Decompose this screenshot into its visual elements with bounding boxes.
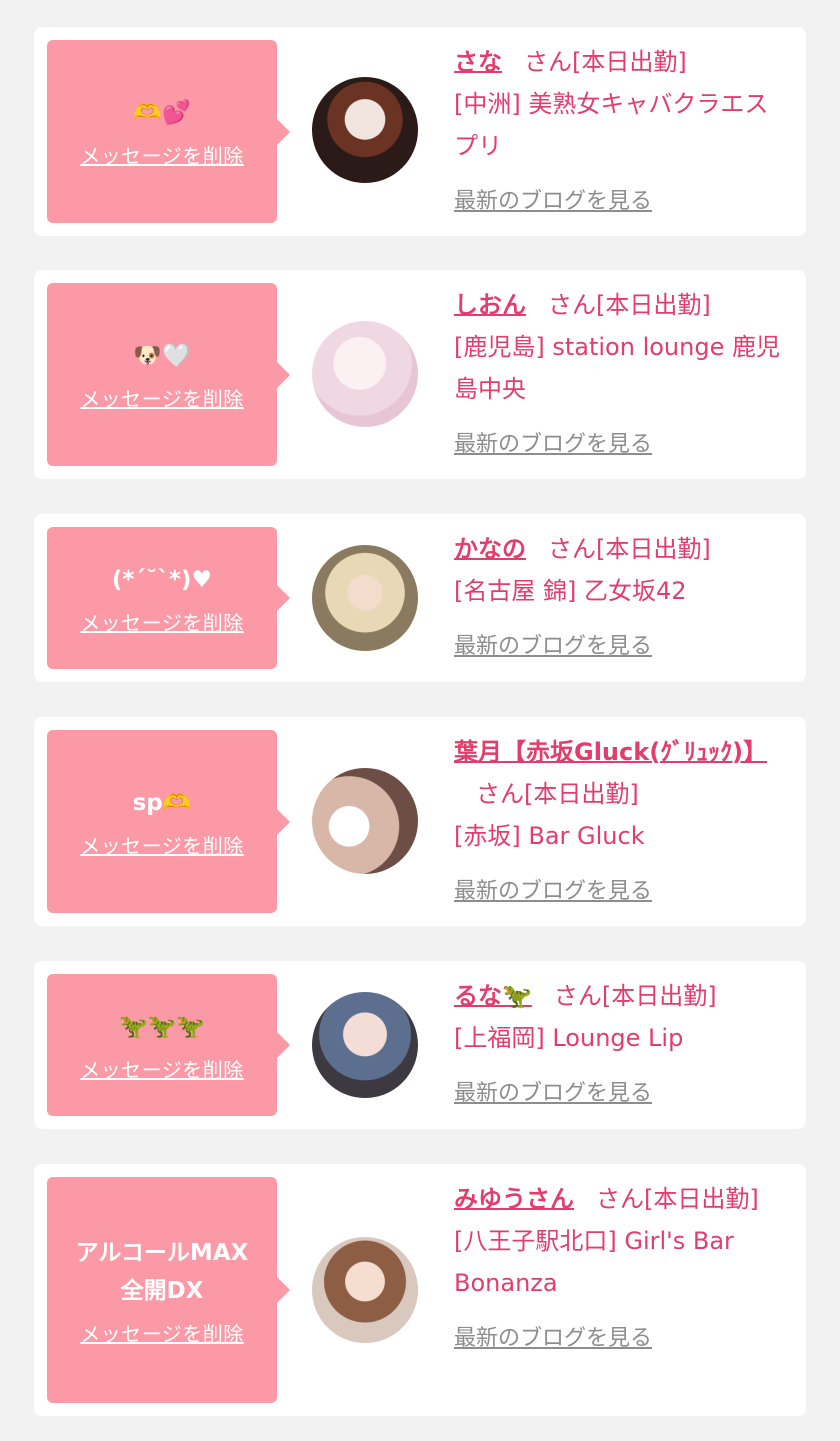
list-item: 🐶🤍 メッセージを削除 しおん さん[本日出勤] [鹿児島] station lo…: [34, 270, 806, 479]
message-bubble: (*ˊ˘ˋ*)♥ メッセージを削除: [47, 527, 290, 669]
status-text: さん[本日出勤]: [524, 48, 687, 76]
latest-blog-link[interactable]: 最新のブログを見る: [454, 873, 788, 911]
list-item: (*ˊ˘ˋ*)♥ メッセージを削除 かなの さん[本日出勤] [名古屋 錦] 乙女…: [34, 514, 806, 682]
delete-message-link[interactable]: メッセージを削除: [80, 1054, 244, 1083]
girl-info: みゆうさん さん[本日出勤] [八王子駅北口] Girl's Bar Bonanz…: [454, 1178, 788, 1358]
delete-message-link[interactable]: メッセージを削除: [80, 383, 244, 412]
list-item: 🫶💕 メッセージを削除 さな さん[本日出勤] [中洲] 美熟女キャバクラエスプリ…: [34, 27, 806, 236]
shop-name: [八王子駅北口] Girl's Bar Bonanza: [454, 1227, 734, 1297]
message-bubble: sp🫶 メッセージを削除: [47, 730, 290, 913]
shop-name: [赤坂] Bar Gluck: [454, 822, 645, 850]
shop-name: [上福岡] Lounge Lip: [454, 1024, 684, 1052]
delete-message-link[interactable]: メッセージを削除: [80, 140, 244, 169]
latest-blog-link[interactable]: 最新のブログを見る: [454, 426, 788, 464]
message-text: sp🫶: [132, 790, 192, 816]
delete-message-link[interactable]: メッセージを削除: [80, 830, 244, 859]
message-bubble: アルコールMAX 全開DX メッセージを削除: [47, 1177, 290, 1403]
shop-name: [中洲] 美熟女キャバクラエスプリ: [454, 90, 769, 160]
girl-info: さな さん[本日出勤] [中洲] 美熟女キャバクラエスプリ 最新のブログを見る: [454, 41, 788, 221]
list-item: 🦖🦖🦖 メッセージを削除 るな🦖 さん[本日出勤] [上福岡] Lounge Li…: [34, 961, 806, 1129]
girl-info: かなの さん[本日出勤] [名古屋 錦] 乙女坂42 最新のブログを見る: [454, 528, 788, 666]
girl-name-link[interactable]: るな🦖: [454, 982, 532, 1010]
list-item: アルコールMAX 全開DX メッセージを削除 みゆうさん さん[本日出勤] [八王…: [34, 1164, 806, 1416]
message-text: 🐶🤍: [133, 343, 191, 369]
status-text: さん[本日出勤]: [596, 1185, 759, 1213]
latest-blog-link[interactable]: 最新のブログを見る: [454, 628, 788, 666]
message-bubble: 🦖🦖🦖 メッセージを削除: [47, 974, 290, 1116]
avatar[interactable]: [312, 77, 418, 183]
message-bubble: 🫶💕 メッセージを削除: [47, 40, 290, 223]
latest-blog-link[interactable]: 最新のブログを見る: [454, 1320, 788, 1358]
latest-blog-link[interactable]: 最新のブログを見る: [454, 183, 788, 221]
girl-name-link[interactable]: 葉月【赤坂Gluck(ｸﾞﾘｭｯｸ)】: [454, 738, 767, 766]
girl-name-link[interactable]: さな: [454, 48, 502, 76]
message-text: アルコールMAX 全開DX: [75, 1239, 249, 1304]
avatar[interactable]: [312, 768, 418, 874]
shop-name: [鹿児島] station lounge 鹿児島中央: [454, 333, 780, 403]
girl-name-link[interactable]: かなの: [454, 535, 526, 563]
avatar[interactable]: [312, 545, 418, 651]
list-item: sp🫶 メッセージを削除 葉月【赤坂Gluck(ｸﾞﾘｭｯｸ)】さん[本日出勤]…: [34, 717, 806, 926]
shop-name: [名古屋 錦] 乙女坂42: [454, 577, 687, 605]
status-text: さん[本日出勤]: [553, 982, 717, 1010]
delete-message-link[interactable]: メッセージを削除: [80, 1318, 244, 1347]
girl-name-link[interactable]: しおん: [454, 291, 526, 319]
message-text: (*ˊ˘ˋ*)♥: [111, 566, 213, 593]
latest-blog-link[interactable]: 最新のブログを見る: [454, 1075, 788, 1113]
avatar[interactable]: [312, 992, 418, 1098]
girl-info: るな🦖 さん[本日出勤] [上福岡] Lounge Lip 最新のブログを見る: [454, 975, 788, 1113]
message-text: 🦖🦖🦖: [119, 1013, 205, 1040]
favorite-girls-list: 🫶💕 メッセージを削除 さな さん[本日出勤] [中洲] 美熟女キャバクラエスプリ…: [0, 0, 840, 1441]
girl-info: しおん さん[本日出勤] [鹿児島] station lounge 鹿児島中央 最…: [454, 284, 788, 464]
avatar[interactable]: [312, 321, 418, 427]
status-text: さん[本日出勤]: [548, 535, 711, 563]
delete-message-link[interactable]: メッセージを削除: [80, 607, 244, 636]
girl-info: 葉月【赤坂Gluck(ｸﾞﾘｭｯｸ)】さん[本日出勤] [赤坂] Bar Glu…: [454, 731, 788, 911]
message-bubble: 🐶🤍 メッセージを削除: [47, 283, 290, 466]
avatar[interactable]: [312, 1237, 418, 1343]
girl-name-link[interactable]: みゆうさん: [454, 1185, 574, 1213]
status-text: さん[本日出勤]: [548, 291, 711, 319]
message-text: 🫶💕: [133, 100, 191, 126]
status-text: さん[本日出勤]: [476, 780, 639, 808]
